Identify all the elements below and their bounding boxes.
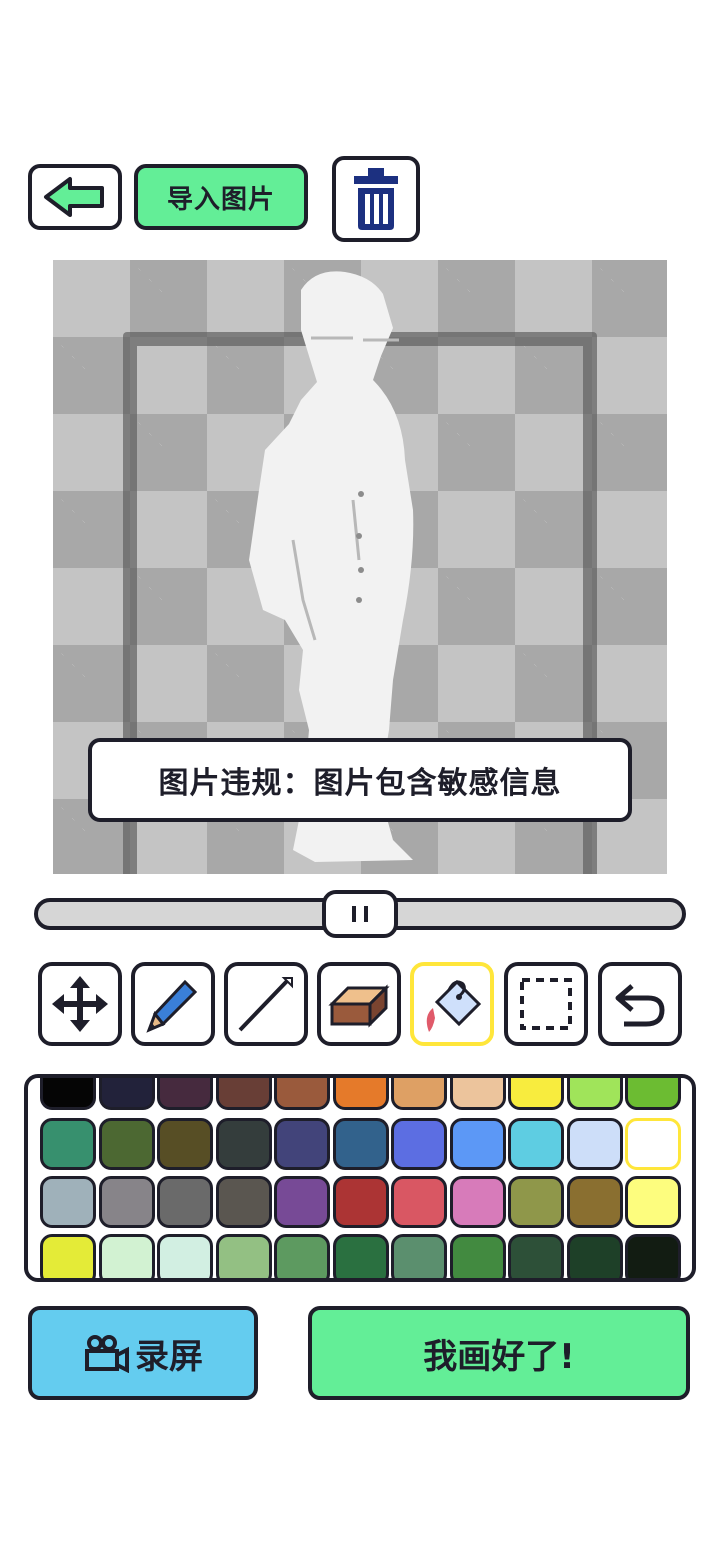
color-swatch[interactable]	[625, 1118, 681, 1170]
color-swatch[interactable]	[215, 1118, 272, 1170]
color-swatch[interactable]	[157, 1078, 213, 1110]
color-swatch[interactable]	[566, 1078, 623, 1110]
back-button[interactable]	[28, 164, 122, 230]
paint-bucket-icon	[426, 979, 482, 1032]
record-label: 录屏	[135, 1336, 203, 1377]
color-swatch[interactable]	[157, 1234, 213, 1278]
undo-icon	[615, 984, 665, 1027]
color-swatch[interactable]	[274, 1118, 330, 1170]
pencil-icon	[146, 979, 198, 1033]
color-swatch[interactable]	[449, 1176, 506, 1228]
tool-line-button[interactable]	[224, 962, 308, 1046]
color-swatch[interactable]	[40, 1176, 96, 1228]
tool-move-button[interactable]	[38, 962, 122, 1046]
color-swatch[interactable]	[332, 1078, 389, 1110]
slider-grip	[364, 906, 368, 922]
arrow-left-icon	[44, 177, 104, 217]
color-swatch[interactable]	[625, 1234, 681, 1278]
video-camera-icon	[85, 1335, 129, 1373]
record-screen-button[interactable]: 录屏	[28, 1306, 258, 1400]
eraser-icon	[328, 984, 390, 1028]
tool-fill-button[interactable]	[410, 962, 494, 1046]
tool-select-button[interactable]	[504, 962, 588, 1046]
color-swatch[interactable]	[215, 1078, 272, 1110]
color-swatch[interactable]	[98, 1118, 155, 1170]
color-swatch[interactable]	[157, 1118, 213, 1170]
marquee-select-icon	[520, 978, 572, 1030]
color-swatch[interactable]	[391, 1078, 447, 1110]
color-swatch[interactable]	[449, 1118, 506, 1170]
color-swatch[interactable]	[566, 1176, 623, 1228]
color-palette	[24, 1074, 696, 1282]
import-image-button[interactable]: 导入图片	[134, 164, 308, 230]
color-swatch[interactable]	[508, 1176, 564, 1228]
color-swatch[interactable]	[40, 1118, 96, 1170]
move-arrows-icon	[52, 976, 108, 1032]
tool-eraser-button[interactable]	[317, 962, 401, 1046]
color-swatch[interactable]	[215, 1176, 272, 1228]
color-swatch[interactable]	[449, 1234, 506, 1278]
done-button[interactable]: 我画好了!	[308, 1306, 690, 1400]
color-swatch[interactable]	[332, 1118, 389, 1170]
color-swatch[interactable]	[566, 1234, 623, 1278]
color-swatch[interactable]	[40, 1234, 96, 1278]
slider-grip	[352, 906, 356, 922]
violation-alert: 图片违规：图片包含敏感信息	[88, 738, 632, 822]
color-swatch[interactable]	[391, 1118, 447, 1170]
color-swatch[interactable]	[625, 1176, 681, 1228]
line-icon	[238, 977, 293, 1032]
color-swatch[interactable]	[449, 1078, 506, 1110]
color-swatch[interactable]	[391, 1176, 447, 1228]
color-swatch[interactable]	[332, 1234, 389, 1278]
tool-pencil-button[interactable]	[131, 962, 215, 1046]
color-swatch[interactable]	[98, 1176, 155, 1228]
color-swatch[interactable]	[98, 1234, 155, 1278]
color-swatch[interactable]	[391, 1234, 447, 1278]
color-swatch[interactable]	[157, 1176, 213, 1228]
color-swatch[interactable]	[274, 1234, 330, 1278]
trash-icon	[354, 168, 398, 230]
brush-size-slider-thumb[interactable]	[322, 890, 398, 938]
color-swatch[interactable]	[625, 1078, 681, 1110]
color-swatch[interactable]	[508, 1078, 564, 1110]
color-swatch[interactable]	[508, 1234, 564, 1278]
color-swatch[interactable]	[332, 1176, 389, 1228]
color-swatch[interactable]	[98, 1078, 155, 1110]
color-swatch[interactable]	[274, 1078, 330, 1110]
color-swatch[interactable]	[566, 1118, 623, 1170]
color-swatch[interactable]	[274, 1176, 330, 1228]
color-swatch[interactable]	[215, 1234, 272, 1278]
delete-button[interactable]	[332, 156, 420, 242]
color-swatch[interactable]	[508, 1118, 564, 1170]
undo-button[interactable]	[598, 962, 682, 1046]
color-swatch[interactable]	[40, 1078, 96, 1110]
